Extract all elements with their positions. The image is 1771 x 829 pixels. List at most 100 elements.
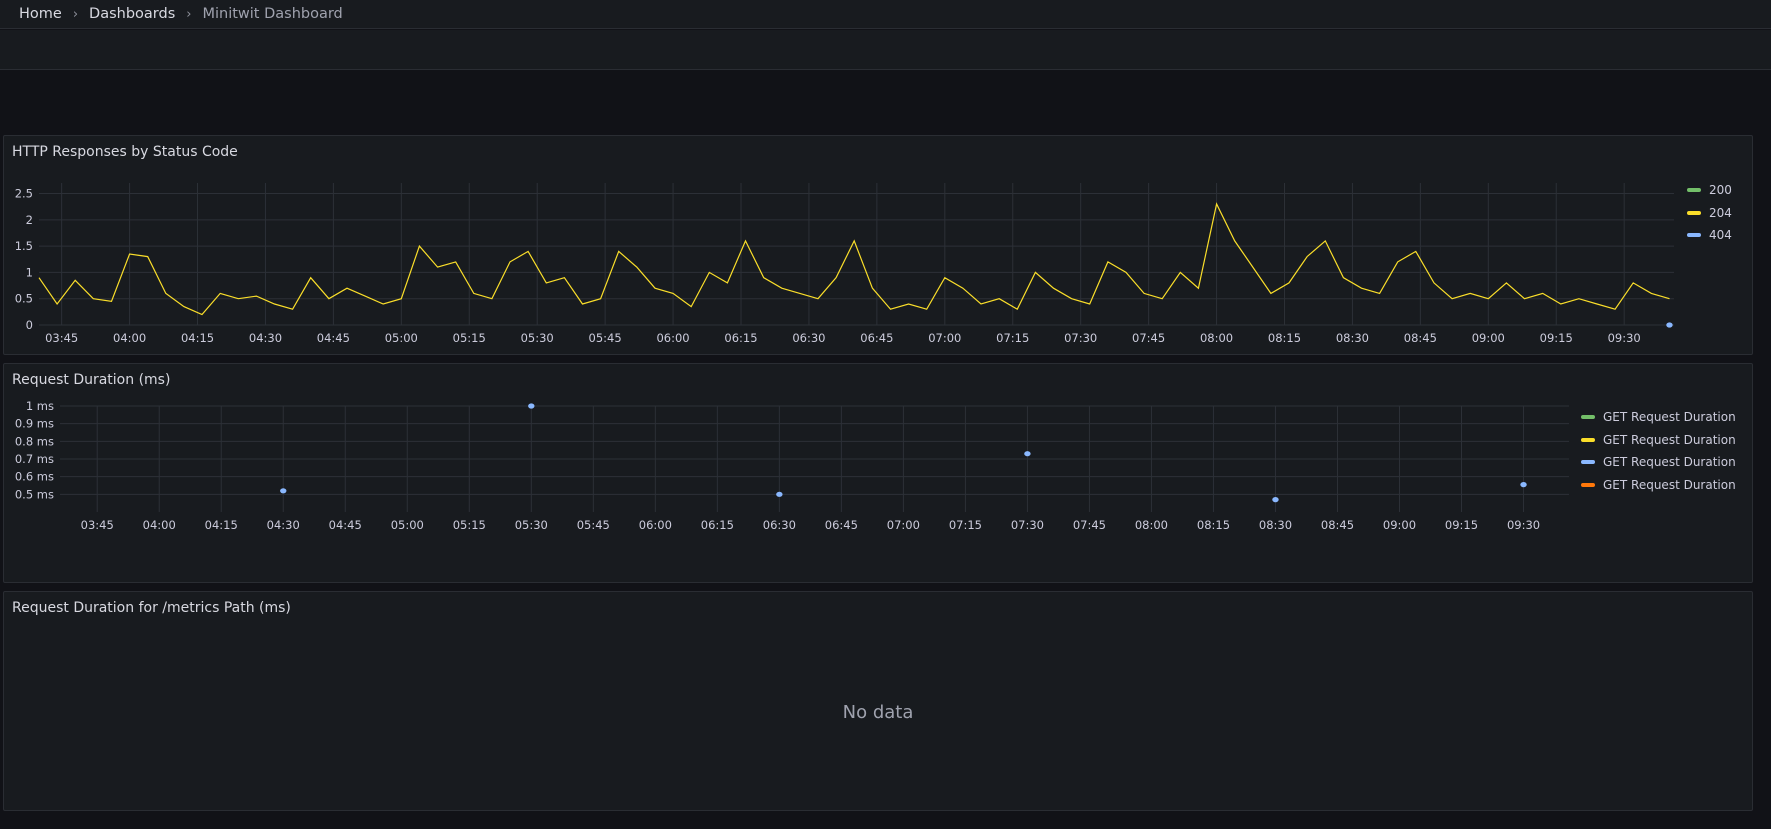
no-data-message: No data (842, 702, 914, 723)
breadcrumb-home[interactable]: Home (19, 6, 62, 22)
legend-label: GET Request Duration (1603, 477, 1736, 492)
x-tick-label: 08:45 (1404, 331, 1437, 345)
x-tick-label: 04:00 (113, 331, 146, 345)
x-tick-label: 08:30 (1336, 331, 1369, 345)
legend-label: 200 (1709, 183, 1732, 198)
x-tick-label: 05:15 (453, 331, 486, 345)
x-tick-label: 09:00 (1383, 518, 1416, 532)
data-point[interactable] (1520, 482, 1527, 488)
http-responses-chart[interactable]: 0 0.5 1 1.5 2 2.5 03:45 04:00 04:15 04:30 04:45 05:… (4, 136, 1754, 356)
x-tick-label: 04:15 (205, 518, 238, 532)
legend-item[interactable]: 204 (1687, 202, 1732, 225)
y-tick-label: 0 (26, 318, 33, 332)
x-tick-label: 08:30 (1259, 518, 1292, 532)
x-tick-label: 07:00 (887, 518, 920, 532)
x-tick-label: 04:45 (329, 518, 362, 532)
y-tick-label: 2 (26, 213, 33, 227)
breadcrumb: Home › Dashboards › Minitwit Dashboard (0, 0, 1771, 29)
y-tick-label: 0.9 ms (15, 417, 54, 431)
legend-swatch (1581, 437, 1595, 442)
legend-item[interactable]: 404 (1687, 224, 1732, 247)
panel-title[interactable]: Request Duration for /metrics Path (ms) (12, 600, 291, 616)
x-tick-label: 04:15 (181, 331, 214, 345)
x-tick-label: 08:00 (1200, 331, 1233, 345)
legend-swatch (1581, 482, 1595, 487)
x-tick-label: 06:00 (656, 331, 689, 345)
y-tick-label: 2.5 (15, 187, 33, 201)
x-tick-label: 07:30 (1064, 331, 1097, 345)
data-point[interactable] (1272, 497, 1279, 503)
y-tick-label: 0.5 (15, 292, 33, 306)
x-tick-label: 08:00 (1135, 518, 1168, 532)
legend-swatch (1687, 188, 1701, 193)
x-tick-label: 08:15 (1197, 518, 1230, 532)
x-tick-label: 09:15 (1445, 518, 1478, 532)
legend-item[interactable]: GET Request Duration (1581, 474, 1736, 497)
legend-swatch (1687, 210, 1701, 215)
panel-request-duration[interactable]: Request Duration (ms) 0.5 ms 0.6 ms 0.7 ms… (3, 363, 1753, 583)
x-tick-label: 04:45 (317, 331, 350, 345)
x-tick-label: 03:45 (45, 331, 78, 345)
x-tick-label: 06:45 (825, 518, 858, 532)
x-tick-label: 07:00 (928, 331, 961, 345)
data-point[interactable] (528, 403, 535, 409)
data-point[interactable] (776, 491, 783, 497)
legend-label: 204 (1709, 205, 1732, 220)
request-duration-chart[interactable]: 0.5 ms 0.6 ms 0.7 ms 0.8 ms 0.9 ms 1 ms 03:45 0… (4, 364, 1754, 584)
x-tick-label: 06:15 (701, 518, 734, 532)
x-tick-label: 09:00 (1472, 331, 1505, 345)
x-tick-label: 08:15 (1268, 331, 1301, 345)
y-tick-label: 1.5 (15, 239, 33, 253)
x-tick-label: 09:15 (1540, 331, 1573, 345)
breadcrumb-current: Minitwit Dashboard (202, 6, 343, 22)
x-tick-label: 05:45 (577, 518, 610, 532)
data-point[interactable] (280, 488, 287, 494)
x-tick-label: 05:30 (521, 331, 554, 345)
x-tick-label: 07:15 (949, 518, 982, 532)
x-tick-label: 06:15 (724, 331, 757, 345)
x-tick-label: 09:30 (1608, 331, 1641, 345)
data-point[interactable] (1666, 322, 1673, 328)
x-tick-label: 06:00 (639, 518, 672, 532)
chevron-right-icon: › (186, 6, 192, 22)
chart-legend: GET Request Duration GET Request Duration… (1581, 406, 1736, 496)
panel-http-responses[interactable]: HTTP Responses by Status Code 0 0.5 1 1.5 2 2… (3, 135, 1753, 355)
x-tick-label: 05:15 (453, 518, 486, 532)
legend-swatch (1581, 415, 1595, 420)
legend-label: GET Request Duration (1603, 455, 1736, 470)
x-tick-label: 05:30 (515, 518, 548, 532)
x-tick-label: 07:45 (1132, 331, 1165, 345)
breadcrumb-dashboards[interactable]: Dashboards (89, 6, 175, 22)
x-tick-label: 04:30 (267, 518, 300, 532)
x-tick-label: 05:45 (589, 331, 622, 345)
data-point[interactable] (1024, 451, 1031, 457)
y-tick-label: 0.6 ms (15, 470, 54, 484)
x-tick-label: 04:00 (143, 518, 176, 532)
legend-label: GET Request Duration (1603, 410, 1736, 425)
dashboard-toolbar (0, 30, 1771, 70)
x-tick-label: 07:15 (996, 331, 1029, 345)
x-tick-label: 06:30 (763, 518, 796, 532)
y-tick-label: 0.5 ms (15, 487, 54, 501)
chart-legend: 200 204 404 (1687, 179, 1732, 247)
series-line-204[interactable] (38, 202, 1670, 316)
y-tick-label: 1 ms (26, 399, 54, 413)
legend-item[interactable]: GET Request Duration (1581, 429, 1736, 452)
x-tick-label: 06:45 (860, 331, 893, 345)
legend-item[interactable]: GET Request Duration (1581, 451, 1736, 474)
chevron-right-icon: › (72, 6, 79, 22)
legend-item[interactable]: GET Request Duration (1581, 406, 1736, 429)
panel-metrics-duration[interactable]: Request Duration for /metrics Path (ms) … (3, 591, 1753, 811)
x-tick-label: 03:45 (81, 518, 114, 532)
x-tick-label: 06:30 (792, 331, 825, 345)
y-tick-label: 1 (26, 265, 33, 279)
y-tick-label: 0.8 ms (15, 434, 54, 448)
x-tick-label: 04:30 (249, 331, 282, 345)
legend-item[interactable]: 200 (1687, 179, 1732, 202)
legend-label: 404 (1709, 228, 1732, 243)
x-tick-label: 09:30 (1507, 518, 1540, 532)
legend-swatch (1581, 460, 1595, 465)
x-tick-label: 05:00 (391, 518, 424, 532)
x-tick-label: 05:00 (385, 331, 418, 345)
legend-label: GET Request Duration (1603, 432, 1736, 447)
